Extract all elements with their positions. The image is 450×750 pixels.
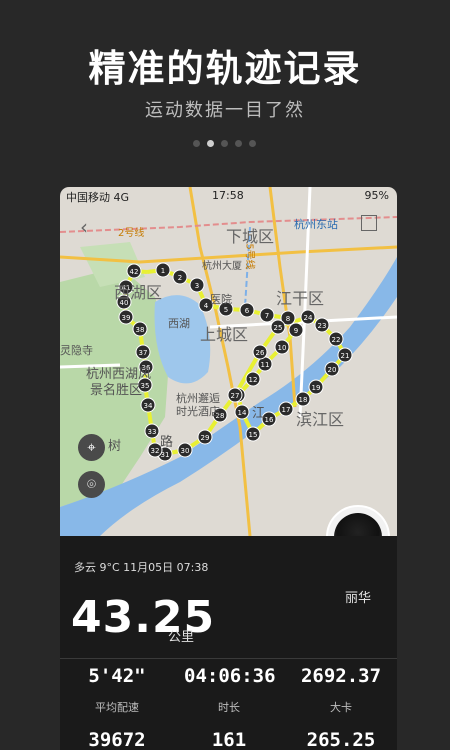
route-marker-label: 20 [328,366,337,374]
route-marker-label: 3 [195,282,199,290]
route-marker-label: 21 [341,352,350,360]
route-marker-label: 6 [245,307,250,315]
route-marker-label: 25 [274,324,283,332]
stat-steps: 39672 [72,729,162,750]
map-label-hotel-2: 时光酒店 [176,405,220,418]
map-label-binjiang: 滨江区 [296,410,345,429]
route-marker-label: 11 [261,361,270,369]
route-marker-label: 39 [122,314,131,322]
stat-value: 2692.37 [300,665,382,687]
headline: 精准的轨迹记录 [88,47,362,90]
route-marker-label: 16 [265,416,274,424]
route-marker-label: 4 [204,302,209,310]
carousel-dot[interactable] [249,140,256,147]
user-name: 丽华 [345,591,372,606]
map-label-temple: 灵隐寺 [60,344,93,357]
map-pin-icon[interactable]: ⌾ [78,471,105,498]
map-label-jianggan: 江干区 [276,289,325,308]
stat-elevation: 265.25 [296,729,386,750]
divider [60,658,397,659]
map-label-tree: 树 [108,439,122,454]
status-bar: 中国移动 4G 17:58 95% [60,187,397,205]
route-marker-label: 27 [231,392,240,400]
carousel-dot[interactable] [235,140,242,147]
stat-value: 39672 [88,729,146,750]
phone-screenshot: 1234567891011121314151617181920212223242… [60,187,397,750]
route-marker-label: 34 [144,402,153,410]
map-label-shangcheng: 上城区 [200,325,249,344]
map-label-metro-2: 2号线 [118,228,145,239]
map-label-river: 江 [252,406,266,421]
stat-duration: 04:06:36 时长 [184,665,276,715]
stat-value: 265.25 [306,729,376,750]
route-marker-label: 38 [136,326,145,334]
route-marker-label: 37 [139,349,148,357]
map-label-scenic-2: 景名胜区 [90,383,143,398]
subheadline: 运动数据一目了然 [145,100,305,121]
route-marker-label: 19 [312,384,321,392]
route-marker-label: 26 [256,349,265,357]
carousel-dot[interactable] [193,140,200,147]
crosshair-icon[interactable]: ⌖ [78,434,105,461]
route-marker-label: 17 [282,406,291,414]
weather-line: 多云 9°C 11月05日 07:38 [74,561,209,574]
route-marker-label: 2 [178,274,182,282]
stat-label: 时长 [218,701,240,714]
stat-pace: 5'42" 平均配速 [72,665,162,715]
route-marker-label: 33 [148,428,157,436]
map-label-road: 路 [160,435,174,450]
stat-label: 平均配速 [95,701,139,714]
route-marker-label: 1 [161,267,165,275]
back-arrow-icon[interactable]: ‹ [80,215,88,239]
stat-calories: 2692.37 大卡 [296,665,386,715]
record-panel: 多云 9°C 11月05日 07:38 丽华 43.25 公里 5'42" 平均… [60,536,397,750]
stat-value: 161 [211,729,247,750]
carousel-dots [193,140,256,147]
route-marker-label: 23 [318,322,327,330]
route-marker-label: 12 [249,376,258,384]
share-icon[interactable] [361,215,377,231]
map-label-xihu-district: 西湖区 [114,283,163,302]
map-label-metro-5: 5号线 [243,243,255,270]
map-label-tower: 杭州大厦 [202,261,242,272]
route-marker-label: 24 [304,314,313,322]
route-marker-label: 30 [181,447,190,455]
route-marker-label: 22 [332,336,341,344]
clock: 17:58 [212,189,244,202]
stat-value: 5'42" [88,665,146,687]
route-marker-label: 32 [151,447,160,455]
route-marker-label: 18 [299,396,308,404]
route-marker-label: 14 [238,409,247,417]
stat-value: 04:06:36 [184,665,276,687]
carousel-dot-active[interactable] [207,140,214,147]
battery-label: 95% [364,189,389,202]
stat-label: 大卡 [330,701,352,714]
map-label-east-station: 杭州东站 [294,218,338,231]
route-marker-label: 7 [265,312,269,320]
route-marker-label: 15 [249,431,258,439]
route-map[interactable]: 1234567891011121314151617181920212223242… [60,187,397,536]
route-marker-label: 10 [278,344,287,352]
stat-cadence: 161 [184,729,274,750]
map-label-west-lake: 西湖 [168,317,190,330]
carrier-label: 中国移动 4G [66,191,130,204]
route-marker-label: 9 [294,327,298,335]
route-marker-label: 8 [286,315,290,323]
carousel-dot[interactable] [221,140,228,147]
distance-unit: 公里 [168,630,195,645]
route-marker-label: 42 [130,268,139,276]
route-marker-label: 5 [224,306,228,314]
route-marker-label: 29 [201,434,210,442]
map-label-hospital: 医院 [210,293,232,306]
